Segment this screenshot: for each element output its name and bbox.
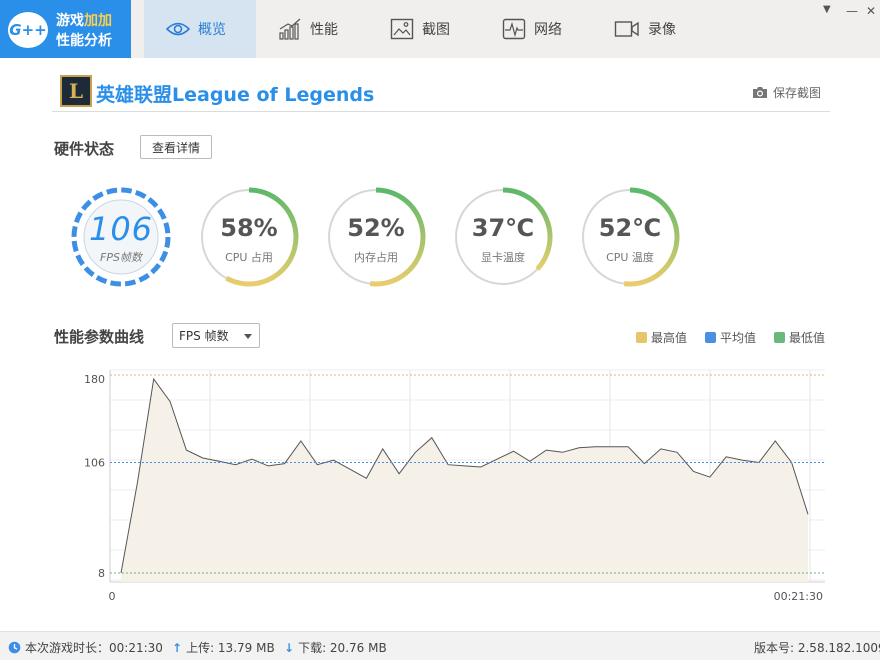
minimize-button[interactable]: —: [846, 4, 858, 18]
pulse-icon: [502, 18, 526, 40]
game-title: 英雄联盟League of Legends: [96, 84, 375, 106]
tab-network[interactable]: 网络: [480, 0, 592, 58]
logo-title: 游戏加加: [56, 10, 112, 30]
download-stat: ↓ 下载: 20.76 MB: [284, 639, 387, 656]
header-divider: [52, 111, 830, 112]
camera-icon: [753, 87, 767, 98]
save-screenshot-button[interactable]: 保存截图: [752, 84, 821, 101]
clock-icon: [8, 641, 21, 654]
tab-recording-label: 录像: [648, 22, 676, 38]
x-tick-label: 0: [109, 590, 116, 603]
gpu-temp-gauge: 37℃ 显卡温度: [452, 186, 554, 288]
arrow-up-icon: ↑: [172, 640, 183, 655]
tab-screenshot-label: 截图: [422, 22, 450, 38]
save-screenshot-label: 保存截图: [773, 86, 822, 100]
gpu-temp-label: 显卡温度: [481, 251, 525, 264]
logo-subtitle: 性能分析: [56, 33, 112, 49]
image-icon: [390, 18, 414, 40]
legend-min-label: 最低值: [789, 331, 826, 345]
legend-min-swatch: [774, 332, 785, 343]
play-duration: 本次游戏时长：00:21:30: [8, 639, 163, 656]
caret-down-icon: [244, 334, 252, 339]
menu-dropdown-icon[interactable]: ▼: [823, 4, 831, 15]
cpu-temp-gauge: 52℃ CPU 温度: [579, 186, 681, 288]
download-text: 下载: 20.76 MB: [298, 641, 387, 655]
cpu-temp-value: 52℃: [598, 214, 662, 242]
tab-performance[interactable]: 性能: [256, 0, 368, 58]
legend-max: 最高值: [636, 329, 687, 346]
view-details-button[interactable]: 查看详情: [140, 135, 212, 159]
performance-curve-title: 性能参数曲线: [54, 328, 145, 346]
metric-select-value: FPS 帧数: [179, 329, 229, 343]
arrow-down-icon: ↓: [284, 640, 295, 655]
legend-avg-label: 平均值: [720, 331, 757, 345]
play-duration-text: 本次游戏时长：00:21:30: [25, 641, 163, 655]
tab-overview[interactable]: 概览: [144, 0, 256, 58]
tab-overview-label: 概览: [198, 22, 226, 38]
version-text: 版本号: 2.58.182.1009: [754, 641, 880, 655]
fps-label: FPS帧数: [100, 251, 142, 264]
upload-text: 上传: 13.79 MB: [186, 641, 275, 655]
cpu-usage-value: 58%: [220, 214, 278, 242]
memory-usage-gauge: 52% 内存占用: [325, 186, 427, 288]
status-bar: 本次游戏时长：00:21:30 ↑ 上传: 13.79 MB ↓ 下载: 20.…: [0, 631, 880, 660]
logo-title-part2: 加加: [84, 13, 112, 29]
fps-area: [121, 379, 808, 582]
legend-avg-swatch: [705, 332, 716, 343]
y-tick-label: 106: [84, 456, 105, 469]
bar-chart-icon: [279, 18, 301, 40]
y-tick-label: 8: [98, 567, 105, 580]
gpu-temp-value: 37℃: [471, 214, 535, 242]
memory-usage-label: 内存占用: [354, 251, 398, 264]
legend-avg: 平均值: [705, 329, 756, 346]
cpu-usage-label: CPU 占用: [225, 251, 273, 264]
tab-recording[interactable]: 录像: [592, 0, 704, 58]
cpu-usage-gauge: 58% CPU 占用: [198, 186, 300, 288]
legend-max-label: 最高值: [651, 331, 688, 345]
x-tick-label: 00:21:30: [774, 590, 823, 603]
top-bar: G++ 游戏加加 性能分析 概览 性能 截图 网络 录像 ▼ — ✕: [0, 0, 880, 58]
tab-screenshot[interactable]: 截图: [368, 0, 480, 58]
hardware-status-title: 硬件状态: [54, 140, 115, 158]
game-icon: L: [60, 75, 92, 107]
legend-max-swatch: [636, 332, 647, 343]
y-tick-label: 180: [84, 373, 105, 386]
memory-usage-value: 52%: [347, 214, 405, 242]
tab-network-label: 网络: [534, 22, 562, 38]
metric-select[interactable]: FPS 帧数: [172, 323, 260, 348]
logo-title-part1: 游戏: [56, 13, 84, 29]
logo-badge: G++: [8, 12, 48, 48]
close-button[interactable]: ✕: [866, 4, 876, 18]
eye-icon: [166, 22, 190, 36]
fps-gauge: 106 FPS帧数: [70, 186, 172, 288]
fps-chart: 180 106 80 00:21:30: [84, 369, 825, 603]
cpu-temp-label: CPU 温度: [606, 251, 654, 264]
fps-value: 106: [88, 210, 154, 248]
tab-performance-label: 性能: [310, 22, 338, 38]
upload-stat: ↑ 上传: 13.79 MB: [172, 639, 275, 656]
video-icon: [614, 21, 639, 37]
legend-min: 最低值: [774, 329, 825, 346]
app-logo: G++ 游戏加加 性能分析: [0, 0, 131, 58]
